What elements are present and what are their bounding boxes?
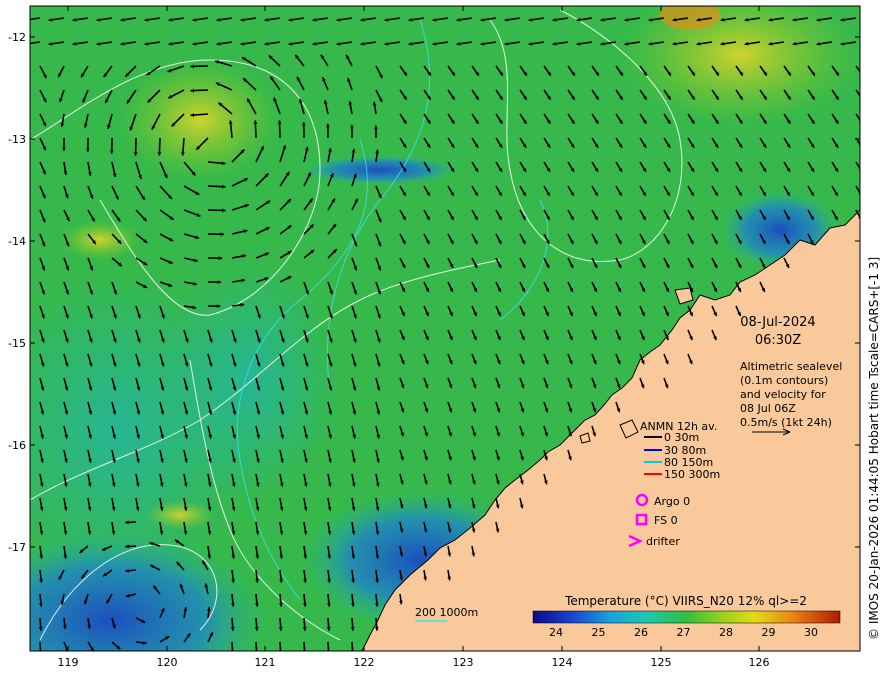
y-tick-label: -14 [8,235,26,248]
colorbar-tick-label: 30 [804,626,818,639]
legend-label: Argo 0 [654,495,690,508]
legend-label: FS 0 [654,514,678,527]
y-tick-label: -17 [8,541,26,554]
x-tick-label: 120 [157,656,178,669]
x-tick-label: 123 [453,656,474,669]
x-tick-label: 121 [255,656,276,669]
depth-scale: 200 1000m [415,606,478,622]
colorbar-tick-label: 24 [549,626,563,639]
x-tick-label: 125 [651,656,672,669]
x-tick-label: 119 [58,656,79,669]
description-line: 0.5m/s (1kt 24h) [740,416,832,429]
description-line: (0.1m contours) [740,374,828,387]
credit-text: © IMOS 20-Jan-2026 01:44:05 Hobart time … [867,257,880,640]
map-date: 08-Jul-2024 [740,315,815,330]
y-tick-label: -13 [8,133,26,146]
map-time: 06:30Z [755,333,801,348]
colorbar-tick-label: 25 [592,626,606,639]
sst-map: 119 120 121 122 123 124 125 126 -12 -13 -14 -15 -16… [8,5,880,669]
y-tick-label: -15 [8,337,26,350]
colorbar-title: Temperature (°C) VIIRS_N20 12% ql>=2 [564,594,807,608]
legend-label: drifter [646,535,680,548]
colorbar-tick-label: 28 [719,626,733,639]
x-tick-label: 124 [552,656,573,669]
description-line: and velocity for [740,388,826,401]
legend-label: 0 30m [664,431,699,444]
depth-scale-label: 200 1000m [415,606,478,619]
description-line: Altimetric sealevel [740,360,842,373]
colorbar-tick-label: 29 [762,626,776,639]
sea-surface-temperature-field [30,6,860,651]
x-tick-label: 122 [354,656,375,669]
y-tick-label: -12 [8,31,26,44]
y-tick-label: -16 [8,439,26,452]
colorbar-tick-label: 26 [634,626,648,639]
legend-label: 150 300m [664,468,720,481]
colorbar-tick-label: 27 [677,626,691,639]
x-tick-label: 126 [749,656,770,669]
description-line: 08 Jul 06Z [740,402,796,415]
